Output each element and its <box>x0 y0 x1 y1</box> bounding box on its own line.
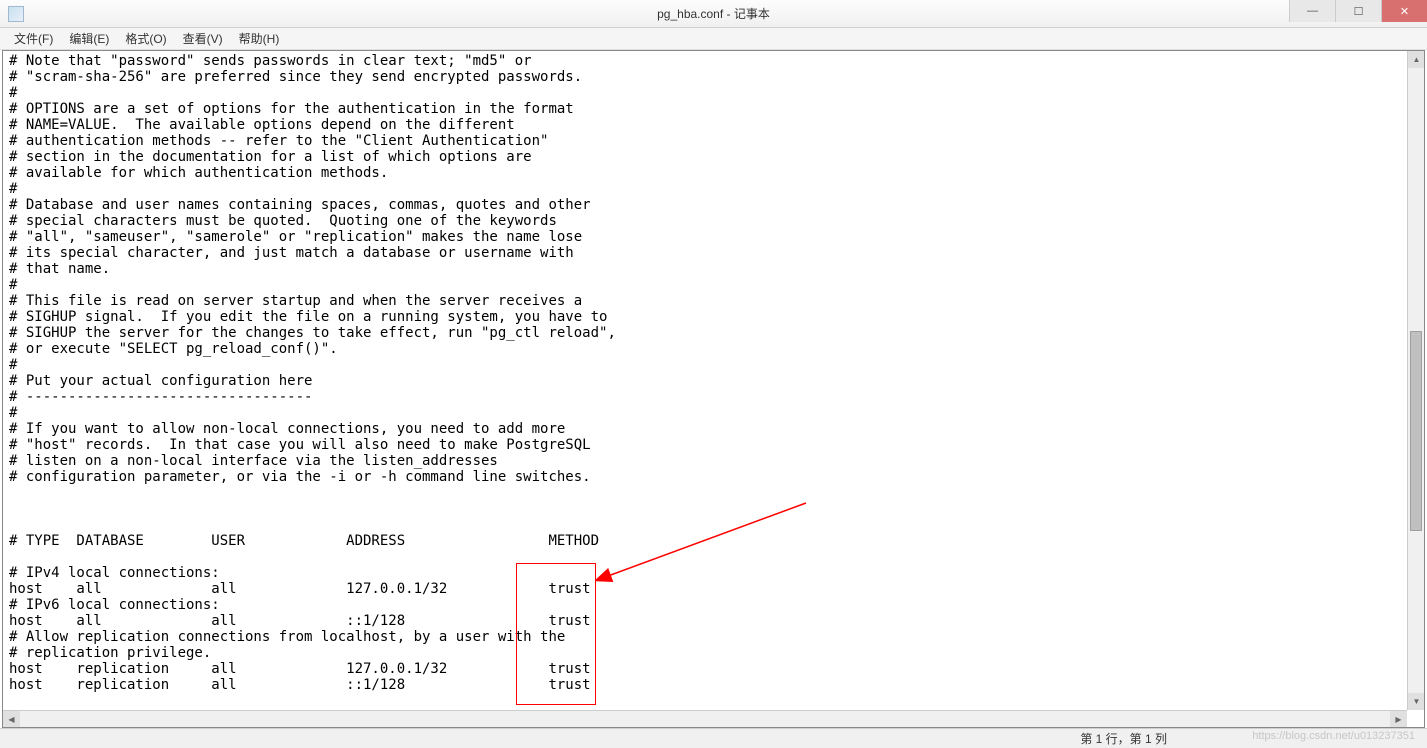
close-button[interactable]: ✕ <box>1381 0 1427 22</box>
menubar: 文件(F) 编辑(E) 格式(O) 查看(V) 帮助(H) <box>0 28 1427 50</box>
scroll-left-icon[interactable]: ◀ <box>3 711 20 728</box>
menu-view[interactable]: 查看(V) <box>175 28 231 49</box>
minimize-button[interactable]: — <box>1289 0 1335 22</box>
scroll-right-icon[interactable]: ▶ <box>1390 711 1407 728</box>
maximize-button[interactable]: ☐ <box>1335 0 1381 22</box>
notepad-icon <box>8 6 24 22</box>
menu-format[interactable]: 格式(O) <box>117 28 174 49</box>
window-controls: — ☐ ✕ <box>1289 0 1427 22</box>
menu-file[interactable]: 文件(F) <box>6 28 61 49</box>
editor-container: # Note that "password" sends passwords i… <box>2 50 1425 728</box>
menu-edit[interactable]: 编辑(E) <box>61 28 117 49</box>
titlebar: pg_hba.conf - 记事本 — ☐ ✕ <box>0 0 1427 28</box>
statusbar: 第 1 行，第 1 列 <box>0 728 1427 748</box>
scroll-up-icon[interactable]: ▲ <box>1408 51 1425 68</box>
menu-help[interactable]: 帮助(H) <box>231 28 288 49</box>
window-title: pg_hba.conf - 记事本 <box>657 5 770 22</box>
text-editor[interactable]: # Note that "password" sends passwords i… <box>3 51 1424 727</box>
vertical-scrollbar[interactable]: ▲ ▼ <box>1407 51 1424 710</box>
horizontal-scrollbar[interactable]: ◀ ▶ <box>3 710 1407 727</box>
scroll-thumb-v[interactable] <box>1410 331 1422 531</box>
cursor-position: 第 1 行，第 1 列 <box>1080 730 1167 747</box>
watermark-text: https://blog.csdn.net/u013237351 <box>1252 730 1415 742</box>
scroll-down-icon[interactable]: ▼ <box>1408 693 1425 710</box>
